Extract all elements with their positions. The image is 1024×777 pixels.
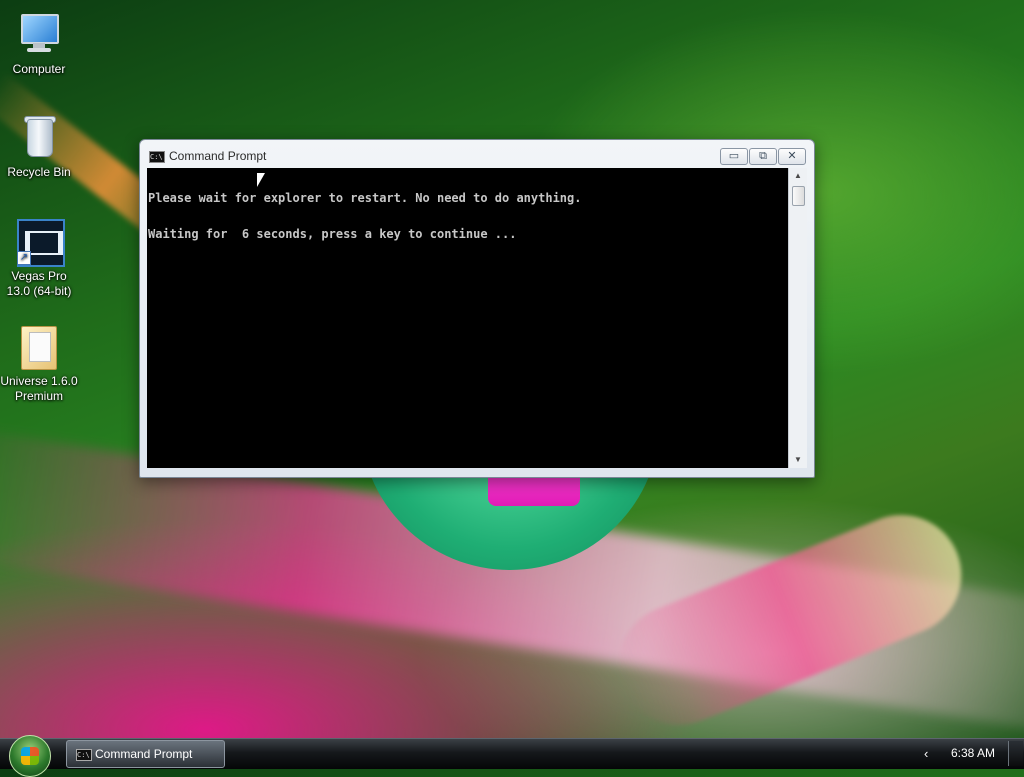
desktop-icon-label: Recycle Bin (7, 165, 71, 179)
scroll-thumb[interactable] (792, 186, 805, 206)
command-prompt-icon: C:\ (149, 151, 165, 163)
start-button[interactable] (9, 735, 51, 777)
taskbar-button-command-prompt[interactable]: C:\ Command Prompt (66, 740, 225, 768)
show-hidden-icons-chevron-icon[interactable]: ‹ (924, 746, 928, 761)
scroll-up-button[interactable]: ▲ (792, 170, 804, 182)
minimize-button[interactable]: ▭ (720, 148, 748, 165)
window-title: Command Prompt (169, 149, 267, 163)
close-button[interactable]: ✕ (778, 148, 806, 165)
console-line: Please wait for explorer to restart. No … (148, 191, 582, 205)
console-line: Waiting for 6 seconds, press a key to co… (148, 227, 517, 241)
desktop-icon-label: Universe 1.6.0 Premium (0, 374, 78, 403)
desktop-icon-vegas-pro[interactable]: ↗ Vegas Pro 13.0 (64-bit) (0, 217, 78, 299)
vegas-pro-icon: ↗ (15, 217, 65, 267)
command-prompt-window[interactable]: C:\ Command Prompt ▭ ⧉ ✕ Please wait for… (139, 139, 815, 478)
console-output[interactable]: Please wait for explorer to restart. No … (147, 168, 788, 468)
computer-icon (15, 10, 63, 58)
desktop-icon-recycle-bin[interactable]: Recycle Bin (0, 113, 78, 180)
window-titlebar[interactable]: C:\ Command Prompt ▭ ⧉ ✕ (140, 140, 814, 168)
system-clock[interactable]: 6:38 AM (951, 746, 995, 760)
desktop-icon-computer[interactable]: Computer (0, 10, 78, 77)
taskbar-button-label: Command Prompt (95, 747, 193, 761)
desktop-icon-label: Vegas Pro 13.0 (64-bit) (6, 269, 72, 298)
windows-logo-icon (21, 747, 39, 765)
show-desktop-button[interactable] (1008, 741, 1023, 766)
maximize-button[interactable]: ⧉ (749, 148, 777, 165)
folder-icon (15, 322, 63, 370)
mouse-cursor-icon (257, 173, 265, 187)
command-prompt-icon: C:\ (76, 749, 92, 761)
desktop-icon-universe[interactable]: Universe 1.6.0 Premium (0, 322, 78, 404)
scroll-down-button[interactable]: ▼ (792, 454, 804, 466)
desktop-icon-label: Computer (12, 62, 66, 76)
recycle-bin-icon (15, 113, 63, 161)
vertical-scrollbar[interactable]: ▲ ▼ (788, 168, 807, 468)
